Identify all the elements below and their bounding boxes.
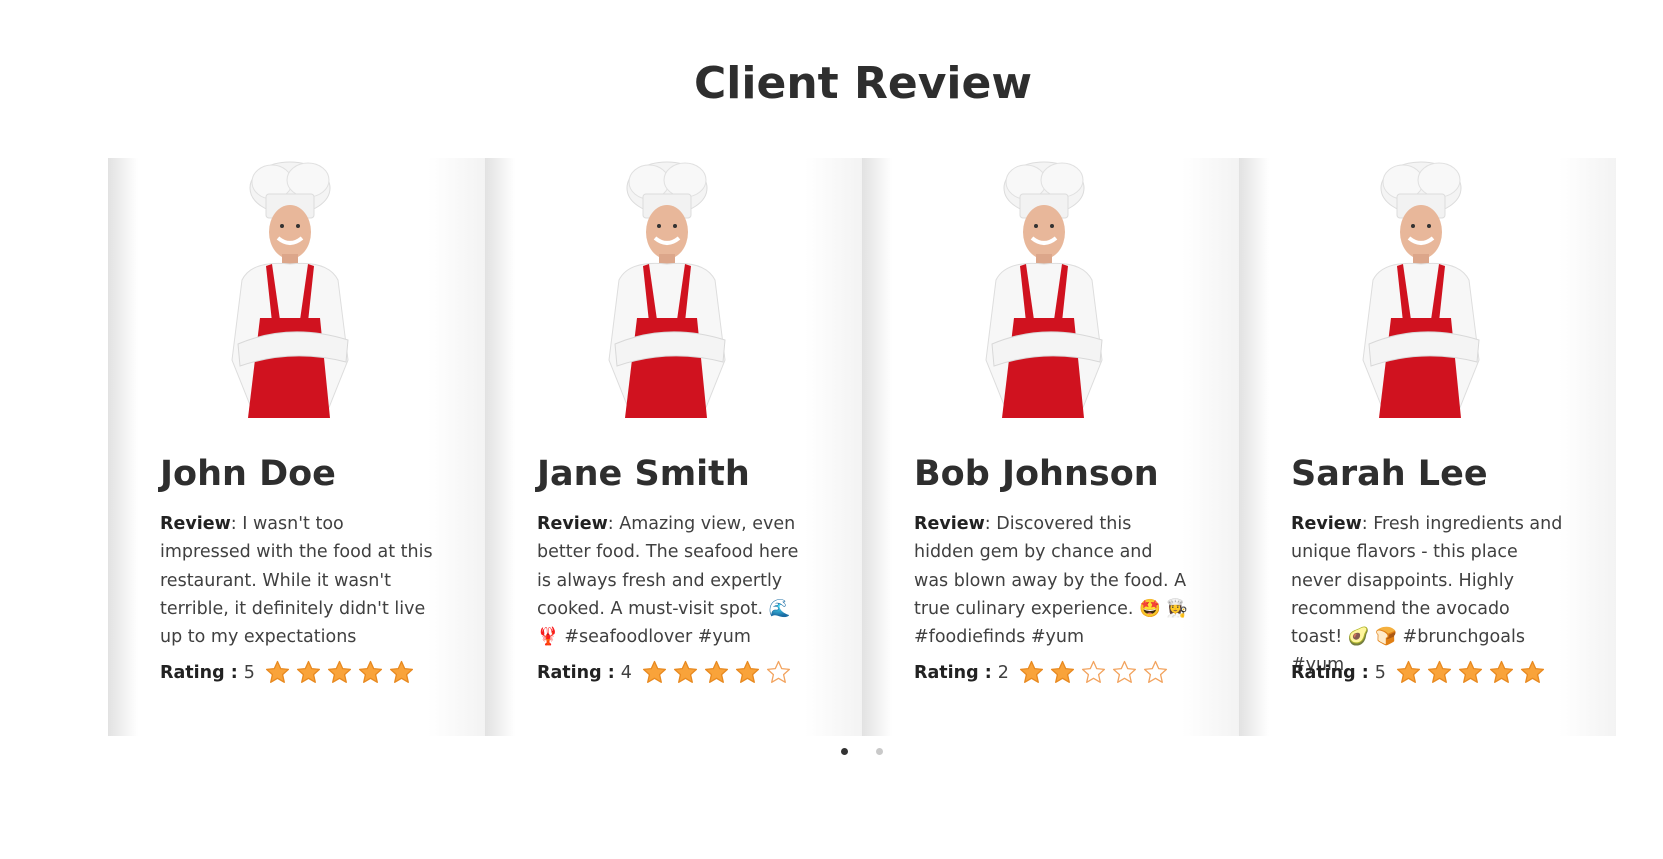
star-filled-icon xyxy=(1458,660,1483,685)
chef-photo xyxy=(1339,158,1514,418)
rating-stars xyxy=(642,660,797,685)
review-card: Sarah Lee Review: Fresh ingredients and … xyxy=(1239,158,1616,736)
review-label: Review xyxy=(914,514,985,534)
review-label: Review xyxy=(1291,514,1362,534)
rating-value: 4 xyxy=(620,662,632,683)
star-filled-icon xyxy=(296,660,321,685)
star-empty-icon xyxy=(766,660,791,685)
rating-label: Rating : xyxy=(160,662,238,683)
chef-photo xyxy=(208,158,383,418)
review-card: Bob Johnson Review: Discovered this hidd… xyxy=(862,158,1239,736)
rating-stars xyxy=(1019,660,1174,685)
review-card: John Doe Review: I wasn't too impressed … xyxy=(108,158,485,736)
rating-value: 2 xyxy=(997,662,1009,683)
carousel-pagination xyxy=(841,748,911,755)
star-filled-icon xyxy=(1019,660,1044,685)
reviewer-name: Jane Smith xyxy=(537,454,750,494)
star-filled-icon xyxy=(642,660,667,685)
rating: Rating :2 xyxy=(914,660,1174,685)
star-filled-icon xyxy=(1427,660,1452,685)
star-filled-icon xyxy=(704,660,729,685)
rating-value: 5 xyxy=(243,662,255,683)
star-filled-icon xyxy=(1050,660,1075,685)
star-filled-icon xyxy=(1489,660,1514,685)
chef-photo xyxy=(585,158,760,418)
star-empty-icon xyxy=(1081,660,1106,685)
star-filled-icon xyxy=(358,660,383,685)
star-empty-icon xyxy=(1112,660,1137,685)
chef-photo xyxy=(962,158,1137,418)
review-text: Review: Discovered this hidden gem by ch… xyxy=(914,510,1189,651)
star-filled-icon xyxy=(327,660,352,685)
rating-value: 5 xyxy=(1374,662,1386,683)
star-filled-icon xyxy=(673,660,698,685)
rating: Rating :4 xyxy=(537,660,797,685)
review-label: Review xyxy=(160,514,231,534)
star-filled-icon xyxy=(1396,660,1421,685)
rating-label: Rating : xyxy=(914,662,992,683)
star-filled-icon xyxy=(1520,660,1545,685)
review-label: Review xyxy=(537,514,608,534)
section-title: Client Review xyxy=(694,58,1032,109)
rating: Rating :5 xyxy=(160,660,420,685)
review-body: : Fresh ingredients and unique flavors -… xyxy=(1291,514,1563,676)
review-text: Review: Fresh ingredients and unique fla… xyxy=(1291,510,1566,680)
star-filled-icon xyxy=(389,660,414,685)
carousel-dot[interactable] xyxy=(841,748,848,755)
reviewer-name: Bob Johnson xyxy=(914,454,1159,494)
rating: Rating :5 xyxy=(1291,660,1551,685)
reviewer-name: John Doe xyxy=(160,454,336,494)
rating-label: Rating : xyxy=(1291,662,1369,683)
review-text: Review: Amazing view, even better food. … xyxy=(537,510,812,651)
review-carousel[interactable]: John Doe Review: I wasn't too impressed … xyxy=(108,158,1663,736)
star-filled-icon xyxy=(265,660,290,685)
rating-stars xyxy=(265,660,420,685)
rating-stars xyxy=(1396,660,1551,685)
rating-label: Rating : xyxy=(537,662,615,683)
carousel-dot[interactable] xyxy=(876,748,883,755)
star-filled-icon xyxy=(735,660,760,685)
reviewer-name: Sarah Lee xyxy=(1291,454,1488,494)
review-text: Review: I wasn't too impressed with the … xyxy=(160,510,435,651)
star-empty-icon xyxy=(1143,660,1168,685)
review-card: Jane Smith Review: Amazing view, even be… xyxy=(485,158,862,736)
